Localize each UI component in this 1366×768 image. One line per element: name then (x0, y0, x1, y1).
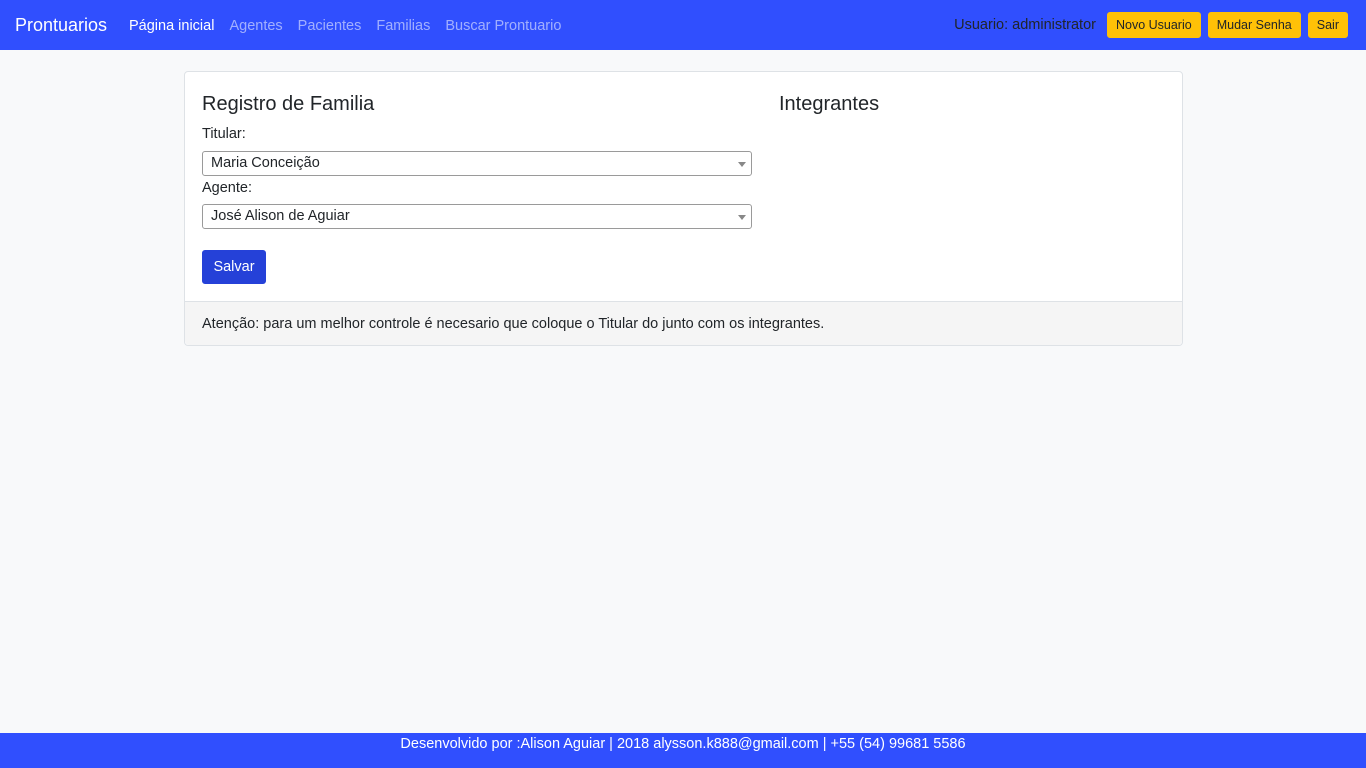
user-area: Usuario: administrator Novo Usuario Muda… (954, 12, 1348, 38)
new-user-button[interactable]: Novo Usuario (1106, 12, 1201, 38)
members-title: Integrantes (779, 93, 880, 115)
save-button[interactable]: Salvar (202, 250, 266, 284)
titular-select[interactable]: Maria Conceição (202, 151, 752, 176)
nav-item-familias[interactable]: Familias (376, 16, 430, 36)
titular-label: Titular: (202, 126, 246, 142)
card-footer-notice: Atenção: para um melhor controle é neces… (185, 301, 1182, 345)
change-password-button[interactable]: Mudar Senha (1207, 12, 1301, 38)
card-body: Registro de Familia Integrantes Titular:… (185, 72, 1182, 302)
nav-item-buscar-prontuario[interactable]: Buscar Prontuario (445, 16, 561, 36)
brand-link[interactable]: Prontuarios (15, 14, 107, 36)
chevron-down-icon (738, 215, 746, 220)
agente-select[interactable]: José Alison de Aguiar (202, 204, 752, 229)
agente-selected-value: José Alison de Aguiar (211, 208, 350, 224)
agente-label: Agente: (202, 180, 252, 196)
page-footer: Desenvolvido por :Alison Aguiar | 2018 a… (0, 733, 1366, 768)
user-label: Usuario: administrator (954, 17, 1096, 33)
logout-button[interactable]: Sair (1307, 12, 1348, 38)
nav-item-pacientes[interactable]: Pacientes (298, 16, 362, 36)
top-navbar: Prontuarios Página inicial Agentes Pacie… (0, 0, 1366, 50)
nav-links: Página inicial Agentes Pacientes Familia… (129, 16, 576, 36)
family-registration-card: Registro de Familia Integrantes Titular:… (184, 71, 1183, 346)
nav-item-home[interactable]: Página inicial (129, 16, 214, 36)
titular-selected-value: Maria Conceição (211, 155, 320, 171)
form-title: Registro de Familia (202, 93, 375, 115)
nav-item-agentes[interactable]: Agentes (229, 16, 282, 36)
chevron-down-icon (738, 162, 746, 167)
